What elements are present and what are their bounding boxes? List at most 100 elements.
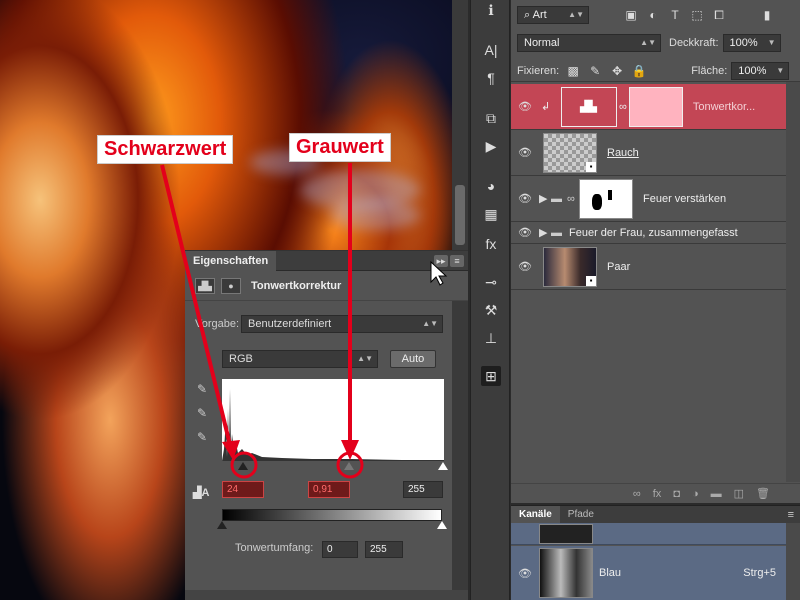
layer-row[interactable]: 👁 ▪ Paar bbox=[511, 244, 800, 290]
adjustment-filter-icon[interactable]: ◐ bbox=[645, 7, 661, 23]
gray-eyedropper-icon[interactable]: ✎ bbox=[195, 406, 209, 420]
channels-tabbar: Kanäle Pfade ≡ bbox=[511, 506, 800, 523]
clone-source-icon[interactable]: ⊥ bbox=[481, 328, 501, 348]
layer-style-fx-icon[interactable]: fx bbox=[653, 488, 662, 500]
layer-mask-thumbnail bbox=[628, 86, 683, 127]
layer-row[interactable]: 👁 ▶ ▬ Feuer der Frau, zusammengefasst bbox=[511, 222, 800, 244]
link-layers-icon[interactable]: ∞ bbox=[633, 488, 641, 500]
channels-scrollbar[interactable] bbox=[786, 523, 800, 600]
layers-panel: ⌕ Art ▲▼ ▣ ◐ T ⬚ ⧠ ▮ Normal ▲▼ Deckkraft: … bbox=[511, 0, 800, 503]
input-white-field[interactable]: 255 bbox=[403, 481, 443, 498]
properties-scrollbar[interactable] bbox=[452, 301, 468, 591]
panel-menu-icon[interactable]: ≡ bbox=[788, 509, 794, 521]
gray-point-annotation: Grauwert bbox=[289, 133, 391, 162]
kind-filter-dropdown[interactable]: ⌕ Art ▲▼ bbox=[517, 6, 589, 24]
new-group-icon[interactable]: ▬ bbox=[711, 488, 722, 500]
output-black-slider[interactable] bbox=[217, 521, 227, 529]
filter-toggle-icon[interactable]: ▮ bbox=[759, 7, 775, 23]
visibility-eye-icon[interactable]: 👁 bbox=[511, 100, 539, 113]
grid-icon[interactable]: ▦ bbox=[481, 204, 501, 224]
levels-adjustment-icon[interactable]: ▟▙ bbox=[195, 277, 215, 294]
layer-row[interactable]: 👁 ↲ ▟▙ ∞ Tonwertkor... bbox=[511, 84, 800, 130]
clip-warning-icon[interactable]: ▟A bbox=[193, 486, 209, 499]
lock-all-icon[interactable]: 🔒 bbox=[631, 63, 647, 79]
panel-tool-strip: ℹ A| ¶ ⧉ ▶ ◕ ▦ fx ⊸ ⚒ ⊥ ⊞ bbox=[470, 0, 510, 600]
character-icon[interactable]: A| bbox=[481, 40, 501, 60]
lock-label: Fixieren: bbox=[517, 64, 560, 77]
opacity-field[interactable]: 100% ▼ bbox=[722, 34, 781, 52]
black-eyedropper-icon[interactable]: ✎ bbox=[195, 382, 209, 396]
black-point-annotation: Schwarzwert bbox=[97, 135, 234, 164]
lock-transparency-icon[interactable]: ▩ bbox=[565, 63, 581, 79]
new-adjustment-icon[interactable]: ◑ bbox=[692, 488, 699, 500]
tab-paths[interactable]: Pfade bbox=[560, 506, 602, 523]
visibility-eye-icon[interactable]: 👁 bbox=[511, 146, 539, 159]
layer-thumbnail: ▪ bbox=[543, 246, 597, 287]
channel-row[interactable]: 👁 Blau Strg+5 bbox=[511, 546, 786, 600]
channel-dropdown[interactable]: RGB ▲▼ bbox=[222, 350, 378, 368]
properties-icon[interactable]: ⊞ bbox=[481, 366, 501, 386]
levels-layer-thumbnail: ▟▙ bbox=[561, 86, 617, 127]
blend-mode-dropdown[interactable]: Normal ▲▼ bbox=[517, 34, 661, 52]
chevron-updown-icon: ▲▼ bbox=[422, 319, 439, 328]
levels-adjustment-icon: ▟▙ bbox=[580, 100, 597, 113]
delete-layer-icon[interactable]: 🗑 bbox=[756, 487, 770, 500]
output-white-field[interactable]: 255 bbox=[365, 541, 403, 558]
input-white-slider[interactable] bbox=[438, 462, 448, 470]
layer-name: Rauch bbox=[607, 146, 639, 159]
smartobject-filter-icon[interactable]: ⧠ bbox=[711, 7, 727, 23]
canvas-scroll-thumb[interactable] bbox=[455, 185, 465, 245]
channel-thumbnail bbox=[539, 523, 593, 544]
channel-row[interactable] bbox=[511, 523, 786, 545]
styles-fx-icon[interactable]: fx bbox=[481, 234, 501, 254]
expand-arrow-icon[interactable]: ▶ bbox=[539, 226, 551, 239]
fill-field[interactable]: 100% ▼ bbox=[731, 61, 790, 80]
layers-scrollbar[interactable] bbox=[786, 82, 800, 482]
input-black-field[interactable]: 24 bbox=[222, 481, 264, 498]
lock-pixels-icon[interactable]: ✎ bbox=[587, 63, 603, 79]
add-mask-icon[interactable]: ◘ bbox=[673, 488, 680, 500]
tool-presets-icon[interactable]: ⚒ bbox=[481, 300, 501, 320]
chevron-down-icon: ▼ bbox=[776, 65, 785, 75]
mask-shape bbox=[608, 189, 612, 200]
visibility-eye-icon[interactable]: 👁 bbox=[511, 192, 539, 205]
visibility-eye-icon[interactable]: 👁 bbox=[511, 567, 539, 580]
collapse-panel-icon[interactable]: ▸▸ bbox=[434, 254, 448, 267]
lock-position-icon[interactable]: ✥ bbox=[609, 63, 625, 79]
tab-channels[interactable]: Kanäle bbox=[511, 506, 560, 523]
info-icon[interactable]: ℹ bbox=[481, 0, 501, 20]
input-black-slider[interactable] bbox=[238, 462, 248, 470]
auto-button[interactable]: Auto bbox=[390, 350, 436, 368]
photoshop-window: Eigenschaften ▸▸ ≡ ▟▙ ● Tonwertkorrektur… bbox=[0, 0, 800, 600]
paragraph-icon[interactable]: ¶ bbox=[481, 68, 501, 88]
opacity-label: Deckkraft: bbox=[669, 37, 719, 49]
mask-icon[interactable]: ● bbox=[221, 277, 241, 294]
channel-name: Blau bbox=[599, 567, 622, 579]
fill-label: Fläche: bbox=[691, 64, 728, 77]
canvas-scrollbar[interactable] bbox=[452, 0, 468, 250]
type-filter-icon[interactable]: T bbox=[667, 7, 683, 23]
layer-row[interactable]: 👁 ▪ Rauch bbox=[511, 130, 800, 176]
properties-tabbar: Eigenschaften ▸▸ ≡ bbox=[185, 250, 468, 271]
new-layer-icon[interactable]: ◫ bbox=[734, 487, 744, 500]
output-black-field[interactable]: 0 bbox=[322, 541, 358, 558]
input-gray-slider[interactable] bbox=[344, 462, 354, 470]
history-icon[interactable]: ⧉ bbox=[481, 108, 501, 128]
white-eyedropper-icon[interactable]: ✎ bbox=[195, 430, 209, 444]
tab-properties[interactable]: Eigenschaften bbox=[185, 250, 277, 271]
input-gray-field[interactable]: 0,91 bbox=[308, 481, 350, 498]
pixel-filter-icon[interactable]: ▣ bbox=[623, 7, 639, 23]
expand-arrow-icon[interactable]: ▶ bbox=[539, 192, 551, 205]
brush-presets-icon[interactable]: ⊸ bbox=[481, 272, 501, 292]
preset-dropdown[interactable]: Benutzerdefiniert ▲▼ bbox=[241, 315, 444, 333]
panel-menu-icon[interactable]: ≡ bbox=[450, 254, 464, 267]
layer-row[interactable]: 👁 ▶ ▬ ∞ Feuer verstärken bbox=[511, 176, 800, 222]
folder-icon: ▬ bbox=[551, 226, 562, 239]
output-white-slider[interactable] bbox=[437, 521, 447, 529]
visibility-eye-icon[interactable]: 👁 bbox=[511, 260, 539, 273]
shape-filter-icon[interactable]: ⬚ bbox=[689, 7, 705, 23]
swatches-icon[interactable]: ◕ bbox=[481, 176, 501, 196]
visibility-eye-icon[interactable]: 👁 bbox=[511, 226, 539, 239]
actions-icon[interactable]: ▶ bbox=[481, 136, 501, 156]
layer-name: Tonwertkor... bbox=[692, 100, 756, 113]
